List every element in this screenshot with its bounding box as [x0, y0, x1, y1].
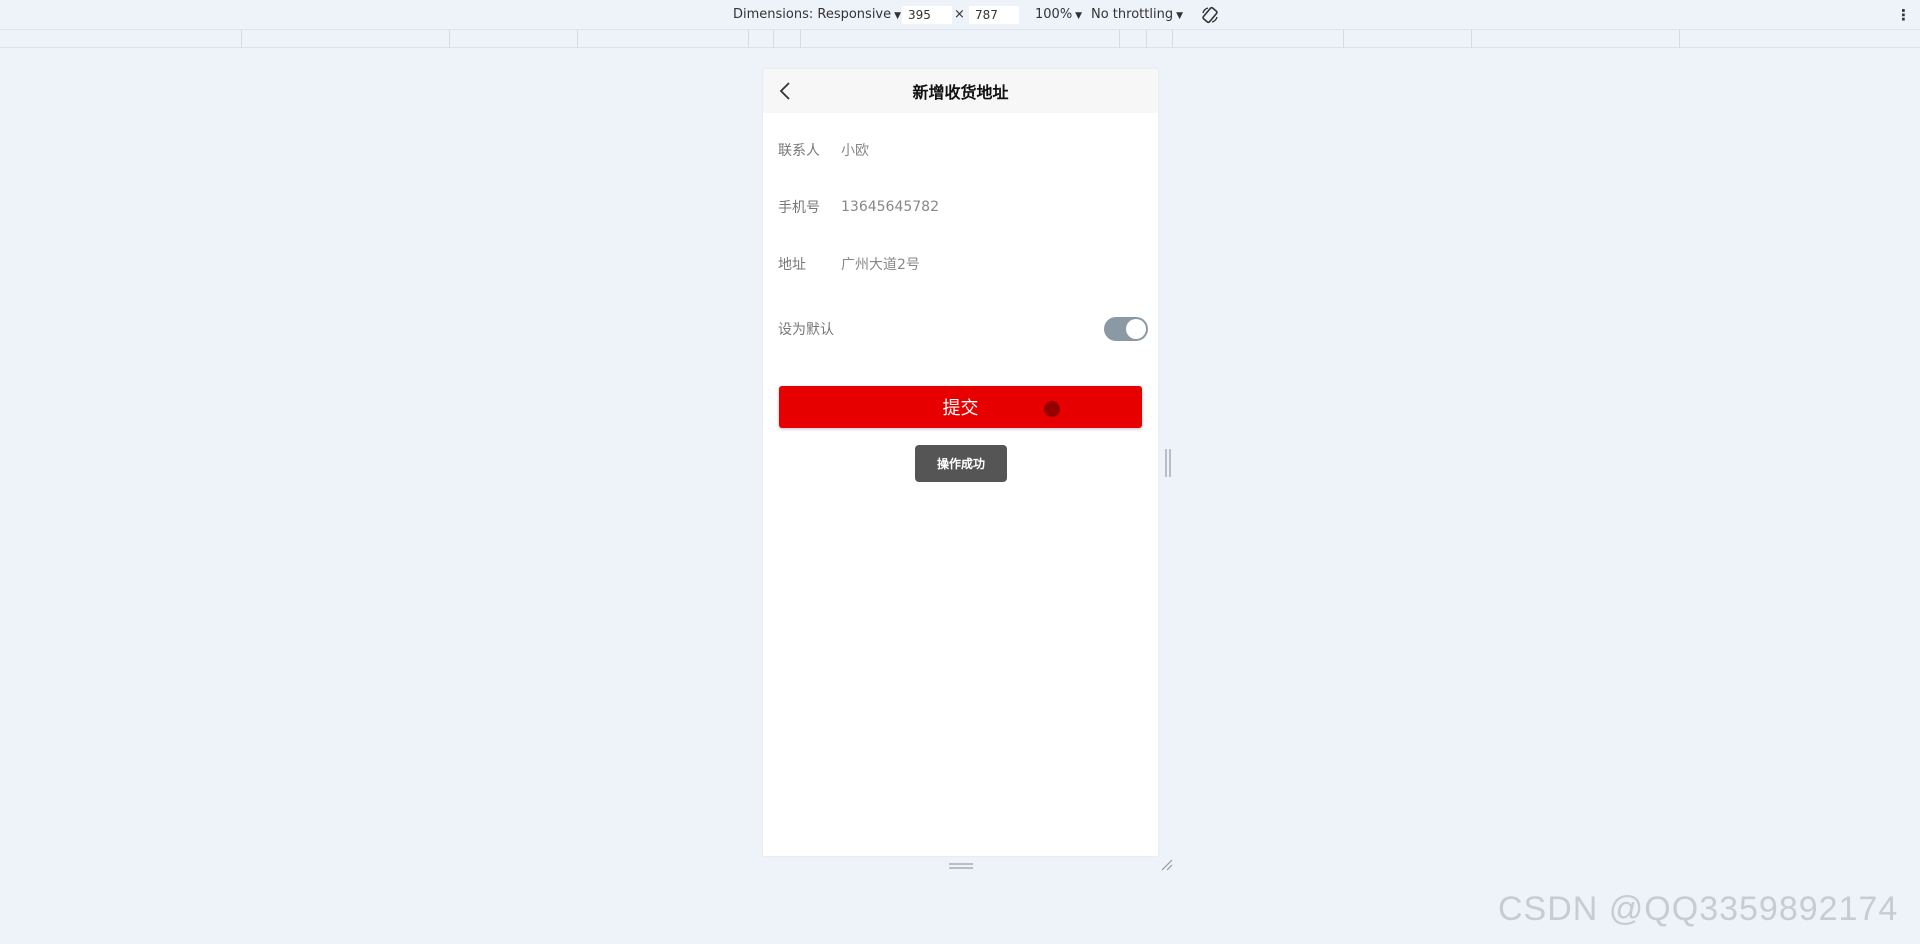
- resize-handle-right[interactable]: [1165, 449, 1171, 477]
- height-input[interactable]: [969, 6, 1019, 24]
- caret-down-icon: ▼: [1176, 11, 1183, 21]
- address-row: 地址: [763, 235, 1158, 292]
- back-arrow-icon[interactable]: [775, 80, 797, 102]
- ruler-tick[interactable]: [773, 30, 774, 48]
- page-title: 新增收货地址: [912, 83, 1009, 102]
- ruler-tick[interactable]: [577, 30, 578, 48]
- submit-button[interactable]: 提交: [779, 386, 1142, 428]
- ruler-tick[interactable]: [1471, 30, 1472, 48]
- throttling-dropdown[interactable]: No throttling ▼: [1091, 7, 1183, 22]
- times-symbol: ×: [954, 7, 965, 22]
- default-switch-row: 设为默认: [763, 300, 1158, 358]
- rotate-icon[interactable]: [1200, 5, 1220, 25]
- dimensions-label: Dimensions: Responsive: [733, 7, 892, 22]
- toggle-knob: [1126, 319, 1146, 339]
- caret-down-icon: ▼: [1075, 11, 1083, 21]
- ruler-tick[interactable]: [748, 30, 749, 48]
- contact-label: 联系人: [778, 142, 820, 159]
- ruler-tick[interactable]: [449, 30, 450, 48]
- ruler-tick[interactable]: [800, 30, 801, 48]
- submit-label: 提交: [942, 398, 979, 419]
- address-label: 地址: [778, 256, 806, 273]
- devtools-device-toolbar: Dimensions: Responsive▼ × 100%▼ No throt…: [0, 0, 1920, 30]
- ruler-tick[interactable]: [1172, 30, 1173, 48]
- zoom-dropdown[interactable]: 100% ▼: [1035, 7, 1082, 22]
- nav-bar: 新增收货地址: [763, 69, 1158, 113]
- default-toggle[interactable]: [1104, 317, 1148, 341]
- phone-row: 手机号: [763, 178, 1158, 235]
- touch-cursor-icon: [1044, 401, 1060, 417]
- phone-label: 手机号: [778, 199, 820, 216]
- watermark: CSDN @QQ3359892174: [1498, 890, 1899, 928]
- phone-input[interactable]: [841, 198, 1143, 215]
- ruler-tick[interactable]: [1146, 30, 1147, 48]
- zoom-label: 100%: [1035, 7, 1073, 22]
- ruler-tick[interactable]: [241, 30, 242, 48]
- ruler-tick[interactable]: [1119, 30, 1120, 48]
- media-query-ruler: [0, 30, 1920, 48]
- more-options-icon[interactable]: ⋮: [1896, 6, 1911, 24]
- width-input[interactable]: [902, 6, 952, 24]
- toast-message: 操作成功: [915, 445, 1007, 482]
- address-input[interactable]: [841, 255, 1143, 272]
- ruler-tick[interactable]: [1679, 30, 1680, 48]
- ruler-tick[interactable]: [1343, 30, 1344, 48]
- resize-corner-icon[interactable]: [1160, 858, 1174, 872]
- caret-down-icon: ▼: [894, 11, 902, 21]
- contact-row: 联系人: [763, 121, 1158, 178]
- throttling-label: No throttling: [1091, 7, 1174, 22]
- contact-input[interactable]: [841, 141, 1143, 158]
- dimensions-dropdown[interactable]: Dimensions: Responsive ▼: [733, 7, 901, 22]
- device-viewport: 新增收货地址 联系人 手机号 地址 设为默认 提交 操作成功: [763, 69, 1158, 856]
- resize-handle-bottom[interactable]: [949, 863, 973, 869]
- default-switch-label: 设为默认: [778, 322, 834, 338]
